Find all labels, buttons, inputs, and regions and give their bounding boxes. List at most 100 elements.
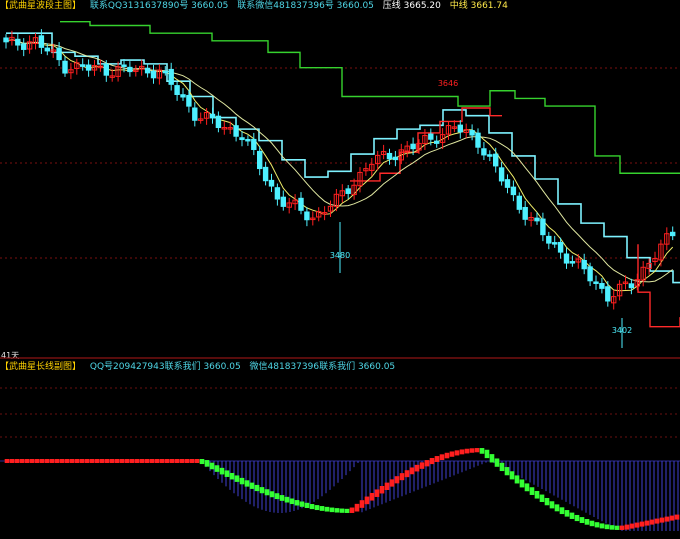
histogram-block <box>69 459 75 463</box>
histogram-block <box>169 459 175 463</box>
histogram-block <box>179 459 185 463</box>
candle-body <box>180 94 186 98</box>
histogram-block <box>614 525 620 530</box>
candle-body <box>15 38 21 46</box>
histogram-block <box>319 506 325 511</box>
histogram-block <box>274 493 280 500</box>
candle-body <box>274 187 281 200</box>
candle-body <box>233 125 239 137</box>
candle-body <box>410 143 416 150</box>
histogram-block <box>299 501 305 507</box>
candle-body <box>386 152 393 160</box>
chart-canvas[interactable]: 364634803402 <box>0 0 680 539</box>
histogram-block <box>14 459 20 463</box>
candle-body <box>569 261 576 264</box>
candle-body <box>186 94 192 107</box>
candle-body <box>44 47 50 52</box>
histogram-block <box>419 462 425 469</box>
histogram-block <box>529 487 535 495</box>
candle-body <box>168 68 174 85</box>
histogram-block <box>339 508 345 513</box>
candle-body <box>257 150 263 170</box>
candle-body <box>21 43 27 50</box>
histogram-block <box>294 500 300 506</box>
candle-body <box>280 196 287 207</box>
histogram-block <box>584 519 590 525</box>
histogram-block <box>454 450 460 456</box>
candle-body <box>510 186 517 196</box>
histogram-block <box>174 459 180 463</box>
histogram-block <box>599 523 605 529</box>
histogram-block <box>669 515 675 521</box>
histogram-block <box>579 517 585 524</box>
histogram-block <box>54 459 60 463</box>
histogram-block <box>289 498 295 505</box>
histogram-block <box>659 517 665 523</box>
histogram-block <box>664 516 670 522</box>
histogram-block <box>634 522 640 528</box>
histogram-block <box>119 459 125 463</box>
histogram-block <box>109 459 115 463</box>
candle-body <box>38 35 45 48</box>
histogram-block <box>204 460 210 467</box>
histogram-block <box>469 448 475 453</box>
histogram-block <box>19 459 25 463</box>
histogram-block <box>439 454 445 461</box>
histogram-block <box>219 467 225 475</box>
histogram-block <box>414 464 420 472</box>
histogram-block <box>239 477 245 485</box>
candle-body <box>516 195 522 210</box>
histogram-block <box>214 465 220 472</box>
candle-body <box>581 259 587 270</box>
histogram-block <box>514 475 520 484</box>
candle-body <box>62 60 68 74</box>
candle-body <box>552 242 558 245</box>
candle-body <box>298 197 304 211</box>
histogram-block <box>99 459 105 463</box>
candle-body <box>599 283 605 289</box>
histogram-block <box>574 514 580 522</box>
candle-body <box>434 140 440 144</box>
histogram-block <box>64 459 70 463</box>
histogram-block <box>499 462 505 472</box>
histogram-block <box>404 470 410 478</box>
histogram-block <box>449 451 455 457</box>
candle-body <box>80 64 86 67</box>
histogram-block <box>244 480 250 487</box>
histogram-block <box>29 459 35 463</box>
histogram-block <box>544 497 550 506</box>
candle-body <box>522 206 528 220</box>
candle-body <box>268 179 275 187</box>
candle-body <box>3 37 9 43</box>
histogram-block <box>559 507 565 515</box>
histogram-block <box>79 459 85 463</box>
histogram-block <box>259 487 265 494</box>
histogram-block <box>384 482 390 490</box>
candle-body <box>493 153 499 167</box>
histogram-block <box>269 491 275 498</box>
histogram-block <box>304 502 310 509</box>
candle-body <box>540 218 546 236</box>
candle-body <box>209 113 216 119</box>
histogram-block <box>149 459 155 463</box>
histogram-block <box>144 459 150 463</box>
histogram-block <box>279 495 285 501</box>
histogram-block <box>189 459 195 463</box>
price-annotation: 3646 <box>438 79 458 88</box>
histogram-block <box>509 471 515 480</box>
candle-body <box>469 130 475 136</box>
histogram-block <box>624 524 630 530</box>
histogram-block <box>534 490 540 499</box>
histogram-block <box>554 504 560 512</box>
candle-body <box>262 166 269 182</box>
histogram-block <box>329 507 335 513</box>
histogram-block <box>159 459 165 463</box>
histogram-block <box>154 459 160 463</box>
histogram-block <box>484 449 490 459</box>
histogram-block <box>9 459 15 463</box>
histogram-block <box>379 485 385 494</box>
histogram-block <box>59 459 65 463</box>
candle-body <box>587 266 593 282</box>
histogram-block <box>394 476 400 484</box>
histogram-block <box>489 454 495 463</box>
